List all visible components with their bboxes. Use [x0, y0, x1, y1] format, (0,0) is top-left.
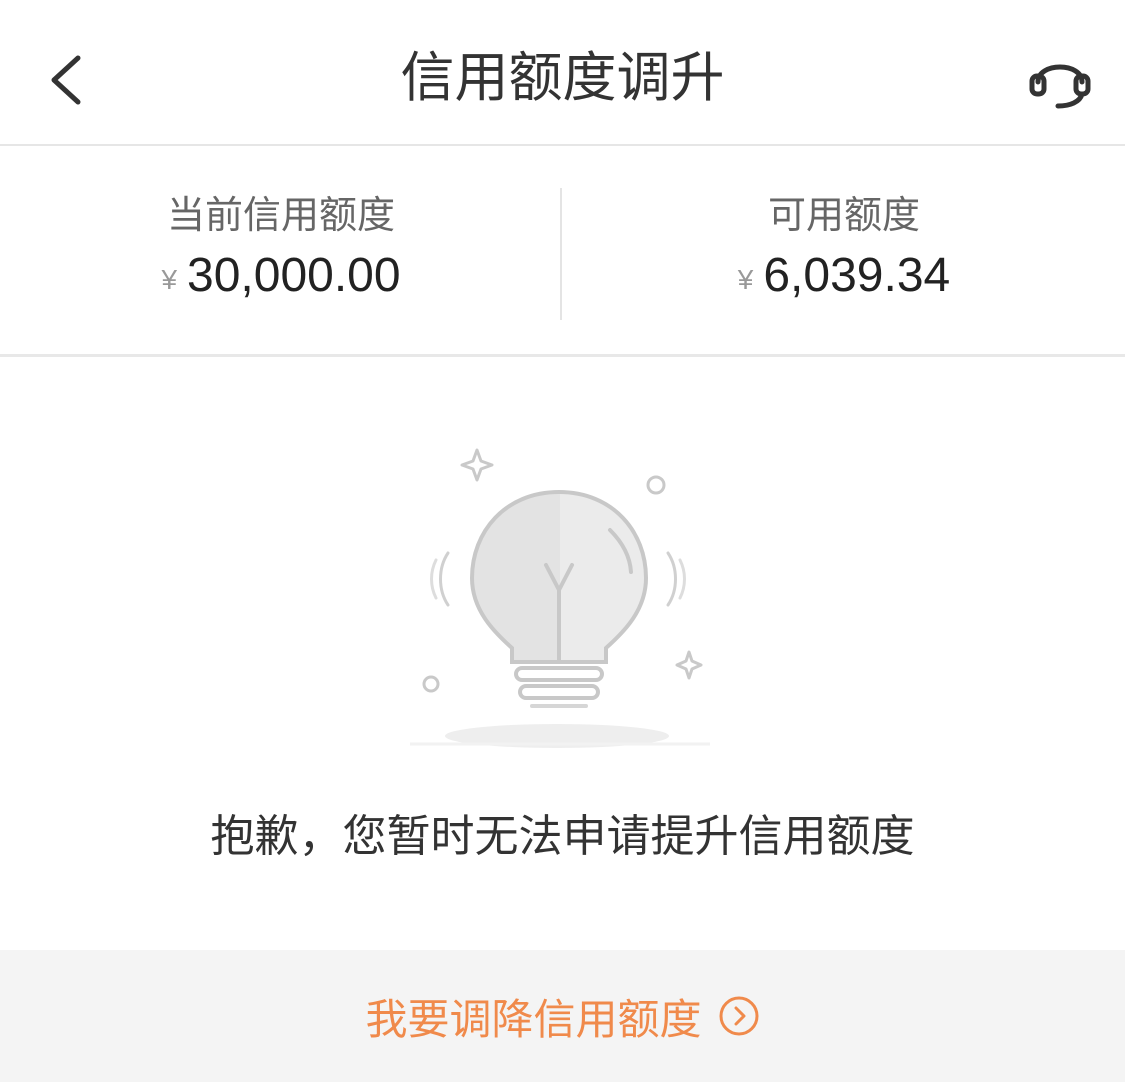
lightbulb-illustration	[400, 430, 730, 760]
customer-service-icon	[1029, 64, 1091, 109]
decrease-limit-link[interactable]: 我要调降信用额度	[0, 950, 1125, 1082]
available-limit-value: ¥6,039.34	[563, 248, 1125, 303]
bottom-bar: 我要调降信用额度	[0, 950, 1125, 1082]
current-limit-label: 当前信用额度	[166, 193, 395, 237]
available-limit-block: 可用额度 ¥6,039.34	[563, 146, 1125, 354]
currency-symbol: ¥	[161, 264, 178, 295]
current-limit-block: 当前信用额度 ¥30,000.00	[0, 146, 562, 354]
lightbulb-icon	[410, 448, 710, 748]
currency-symbol: ¥	[737, 264, 754, 295]
customer-service-button[interactable]	[1024, 48, 1096, 112]
current-limit-value: ¥30,000.00	[0, 248, 562, 303]
summary-divider	[560, 188, 562, 320]
nav-header: 信用额度调升	[0, 0, 1125, 146]
credit-limit-page: 信用额度调升 当前信用额度 ¥30,000.00 可用额度 ¥6,039.34	[0, 0, 1125, 1082]
available-limit-amount: 6,039.34	[763, 249, 951, 302]
ineligible-message: 抱歉，您暂时无法申请提升信用额度	[210, 811, 915, 862]
available-limit-label: 可用额度	[767, 193, 920, 237]
page-title: 信用额度调升	[400, 46, 725, 109]
back-arrow-icon	[51, 55, 81, 105]
back-button[interactable]	[36, 40, 100, 120]
chevron-right-circle-icon	[719, 996, 758, 1036]
credit-summary: 当前信用额度 ¥30,000.00 可用额度 ¥6,039.34	[0, 146, 1125, 357]
decrease-limit-label: 我要调降信用额度	[365, 994, 702, 1044]
current-limit-amount: 30,000.00	[187, 249, 401, 302]
